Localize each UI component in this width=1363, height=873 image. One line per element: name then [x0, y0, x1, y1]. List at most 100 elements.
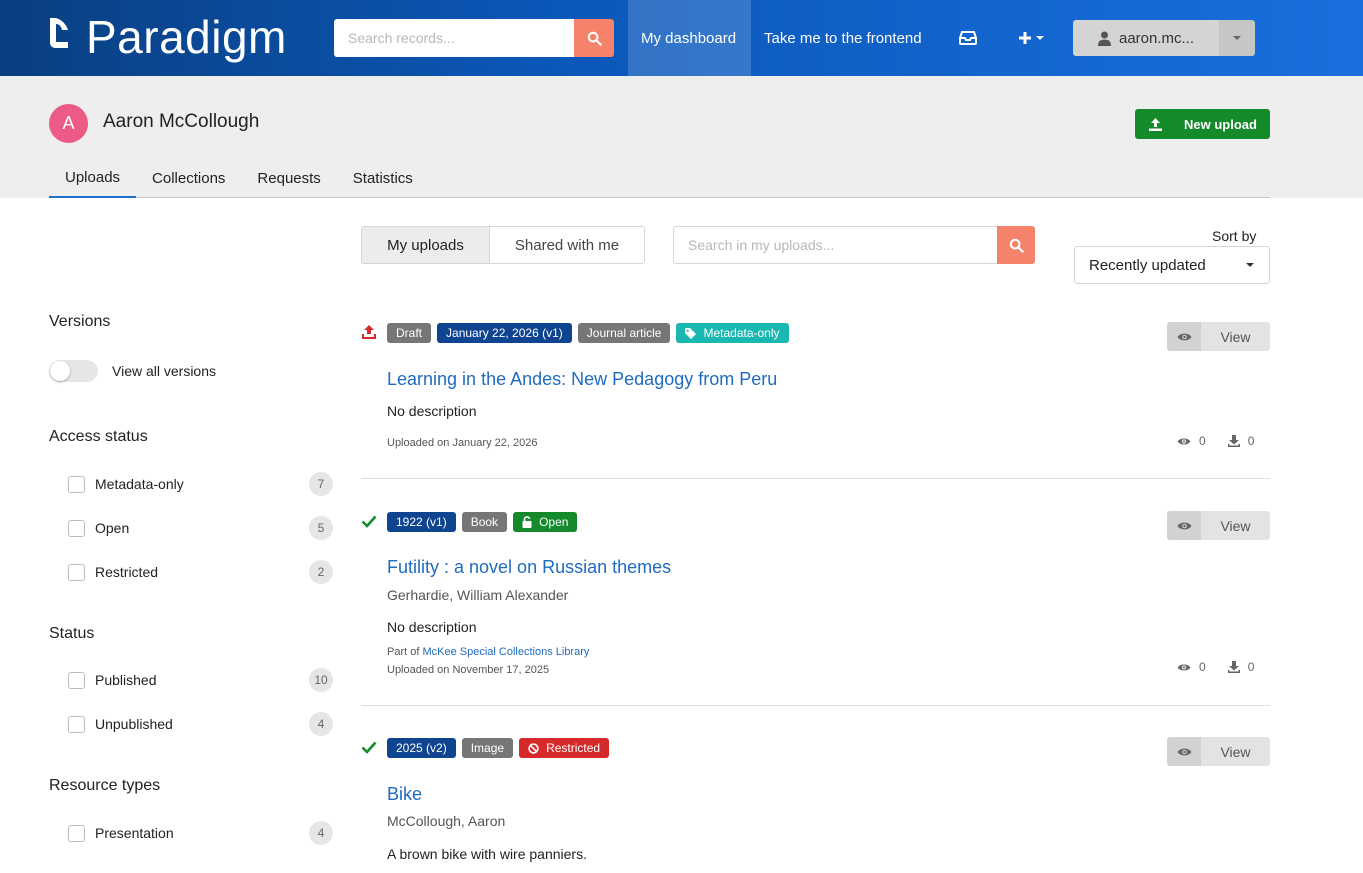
user-icon — [1097, 31, 1111, 46]
resource-type-badge: Journal article — [577, 323, 671, 343]
resource-type-badge: Image — [461, 738, 514, 758]
sort-select[interactable]: Recently updated — [1074, 246, 1270, 284]
checkbox[interactable] — [68, 715, 85, 733]
create-menu-button[interactable] — [1005, 0, 1058, 76]
checkbox[interactable] — [68, 824, 85, 842]
user-menu-caret[interactable] — [1219, 20, 1255, 56]
view-button[interactable]: View — [1167, 737, 1270, 766]
checkbox[interactable] — [68, 563, 85, 581]
checkbox[interactable] — [68, 671, 85, 689]
logo[interactable]: Paradigm — [48, 12, 287, 62]
sort-value: Recently updated — [1089, 256, 1206, 274]
facet-label: Open — [95, 520, 130, 536]
eye-icon — [1177, 663, 1191, 671]
facet-title-access-status: Access status — [49, 428, 148, 445]
user-menu-main[interactable]: aaron.mc... — [1073, 20, 1219, 56]
checkbox[interactable] — [68, 475, 85, 493]
facet-label: Unpublished — [95, 716, 173, 732]
caret-down-icon — [1233, 36, 1241, 40]
eye-icon — [1167, 511, 1201, 540]
list-item: Draft January 22, 2026 (v1) Journal arti… — [361, 322, 1270, 472]
views-count: 0 — [1199, 434, 1206, 448]
download-icon — [1227, 661, 1240, 673]
new-upload-button[interactable]: New upload — [1135, 109, 1270, 139]
facet-item-metadata-only[interactable]: Metadata-only 7 — [68, 472, 333, 496]
version-badge: 1922 (v1) — [387, 512, 456, 532]
global-search-button[interactable] — [574, 19, 614, 57]
record-author: Gerhardie, William Alexander — [387, 587, 569, 603]
uploads-search-button[interactable] — [997, 226, 1035, 264]
record-title-link[interactable]: Bike — [387, 784, 422, 805]
uploads-search-input[interactable] — [673, 226, 997, 264]
tab-statistics[interactable]: Statistics — [337, 158, 429, 198]
views-stat: 0 — [1177, 434, 1206, 448]
download-icon — [1227, 435, 1240, 447]
uploads-search — [673, 226, 1035, 264]
views-stat: 0 — [1177, 660, 1206, 674]
part-of-collection: Part of McKee Special Collections Librar… — [387, 646, 589, 658]
search-icon — [1009, 238, 1024, 253]
global-search-input[interactable] — [334, 19, 574, 57]
record-title-link[interactable]: Learning in the Andes: New Pedagogy from… — [387, 369, 777, 390]
tab-requests[interactable]: Requests — [241, 158, 336, 198]
facet-item-presentation[interactable]: Presentation 4 — [68, 821, 333, 845]
nav-frontend[interactable]: Take me to the frontend — [751, 0, 935, 76]
downloads-stat: 0 — [1227, 434, 1255, 448]
dashboard-tabs: Uploads Collections Requests Statistics — [49, 158, 1270, 198]
downloads-count: 0 — [1247, 434, 1255, 448]
views-count: 0 — [1199, 660, 1206, 674]
list-item: 1922 (v1) Book Open View Futility : a no… — [361, 511, 1270, 691]
view-label: View — [1201, 511, 1270, 540]
badge-row: Draft January 22, 2026 (v1) Journal arti… — [387, 323, 789, 343]
inbox-button[interactable] — [946, 0, 990, 76]
record-description: No description — [387, 619, 477, 635]
view-label: View — [1201, 737, 1270, 766]
user-menu[interactable]: aaron.mc... — [1073, 20, 1255, 56]
record-stats: 0 0 — [1177, 434, 1254, 448]
view-button[interactable]: View — [1167, 322, 1270, 351]
facet-item-open[interactable]: Open 5 — [68, 516, 333, 540]
facet-label: Restricted — [95, 564, 159, 580]
badge-row: 2025 (v2) Image Restricted — [387, 738, 610, 758]
search-icon — [587, 31, 602, 46]
tab-uploads[interactable]: Uploads — [49, 158, 137, 198]
record-description: A brown bike with wire panniers. — [387, 846, 587, 862]
facet-title-versions: Versions — [49, 313, 111, 330]
list-item: 2025 (v2) Image Restricted View Bike McC… — [361, 737, 1270, 873]
facet-item-restricted[interactable]: Restricted 2 — [68, 560, 333, 584]
caret-down-icon — [1246, 263, 1254, 267]
nav-my-dashboard[interactable]: My dashboard — [628, 0, 751, 76]
facet-label: Metadata-only — [95, 476, 184, 492]
logo-mark-icon — [50, 18, 68, 48]
tab-collections[interactable]: Collections — [136, 158, 241, 198]
access-badge-label: Open — [539, 515, 569, 529]
shared-with-me-button[interactable]: Shared with me — [490, 227, 644, 263]
resource-type-badge: Book — [461, 512, 508, 532]
access-badge: Open — [513, 512, 578, 532]
uploaded-date: Uploaded on November 17, 2025 — [387, 664, 550, 676]
record-title-link[interactable]: Futility : a novel on Russian themes — [387, 557, 671, 578]
eye-icon — [1177, 437, 1191, 445]
user-menu-label: aaron.mc... — [1118, 29, 1195, 47]
ban-icon — [528, 742, 539, 754]
facet-count: 4 — [309, 821, 333, 845]
record-author: McCollough, Aaron — [387, 813, 506, 829]
facet-item-unpublished[interactable]: Unpublished 4 — [68, 712, 333, 736]
badge-row: 1922 (v1) Book Open — [387, 512, 578, 532]
new-upload-label: New upload — [1184, 116, 1257, 132]
facet-count: 5 — [309, 516, 333, 540]
view-button[interactable]: View — [1167, 511, 1270, 540]
view-all-versions-toggle[interactable] — [49, 360, 98, 382]
facet-item-published[interactable]: Published 10 — [68, 668, 333, 692]
uploaded-date: Uploaded on January 22, 2026 — [387, 437, 538, 449]
checkbox[interactable] — [68, 519, 85, 537]
version-badge: January 22, 2026 (v1) — [437, 323, 572, 343]
facet-count: 2 — [309, 560, 333, 584]
sort-label: Sort by — [1212, 228, 1257, 244]
tag-icon — [685, 327, 697, 339]
collection-link[interactable]: McKee Special Collections Library — [422, 646, 589, 658]
my-uploads-button[interactable]: My uploads — [362, 227, 490, 263]
view-label: View — [1201, 322, 1270, 351]
top-navbar: Paradigm My dashboard Take me to the fro… — [0, 0, 1363, 76]
facet-title-resource-types: Resource types — [49, 777, 161, 794]
